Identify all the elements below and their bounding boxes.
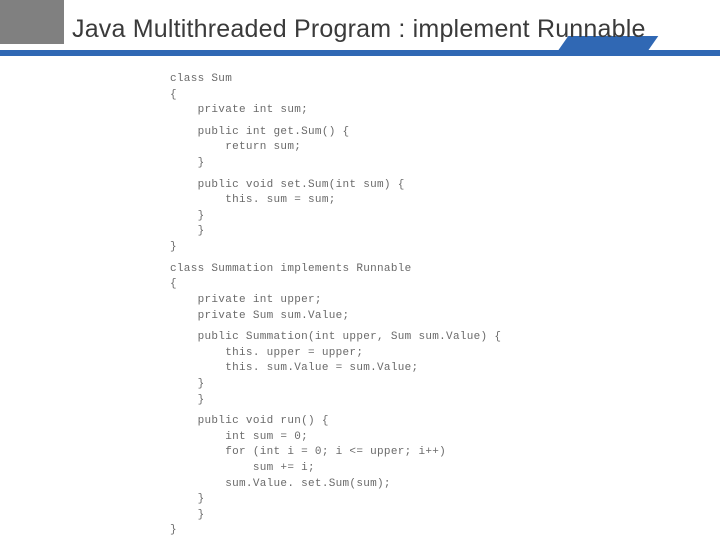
- code-line: public Summation(int upper, Sum sum.Valu…: [170, 330, 630, 346]
- code-line: private int upper;: [170, 293, 630, 309]
- code-line: public void set.Sum(int sum) {: [170, 178, 630, 194]
- code-line: }: [170, 492, 630, 508]
- code-line: sum += i;: [170, 461, 630, 477]
- code-line: }: [170, 523, 630, 539]
- code-line: int sum = 0;: [170, 430, 630, 446]
- code-line: this. upper = upper;: [170, 346, 630, 362]
- code-line: }: [170, 393, 630, 409]
- code-line: private int sum;: [170, 103, 630, 119]
- code-line: return sum;: [170, 140, 630, 156]
- slide: Java Multithreaded Program : implement R…: [0, 0, 720, 540]
- code-line: this. sum.Value = sum.Value;: [170, 361, 630, 377]
- code-line: public int get.Sum() {: [170, 125, 630, 141]
- code-line: for (int i = 0; i <= upper; i++): [170, 445, 630, 461]
- code-line: {: [170, 88, 630, 104]
- header-separator: [0, 50, 720, 56]
- code-line: }: [170, 224, 630, 240]
- code-line: class Sum: [170, 72, 630, 88]
- code-line: }: [170, 156, 630, 172]
- code-line: class Summation implements Runnable: [170, 262, 630, 278]
- code-block: class Sum{ private int sum; public int g…: [170, 72, 630, 539]
- code-line: sum.Value. set.Sum(sum);: [170, 477, 630, 493]
- code-line: this. sum = sum;: [170, 193, 630, 209]
- code-line: }: [170, 209, 630, 225]
- code-line: }: [170, 240, 630, 256]
- code-line: public void run() {: [170, 414, 630, 430]
- code-line: {: [170, 277, 630, 293]
- code-line: private Sum sum.Value;: [170, 309, 630, 325]
- slide-title: Java Multithreaded Program : implement R…: [0, 15, 646, 44]
- code-line: }: [170, 508, 630, 524]
- code-line: }: [170, 377, 630, 393]
